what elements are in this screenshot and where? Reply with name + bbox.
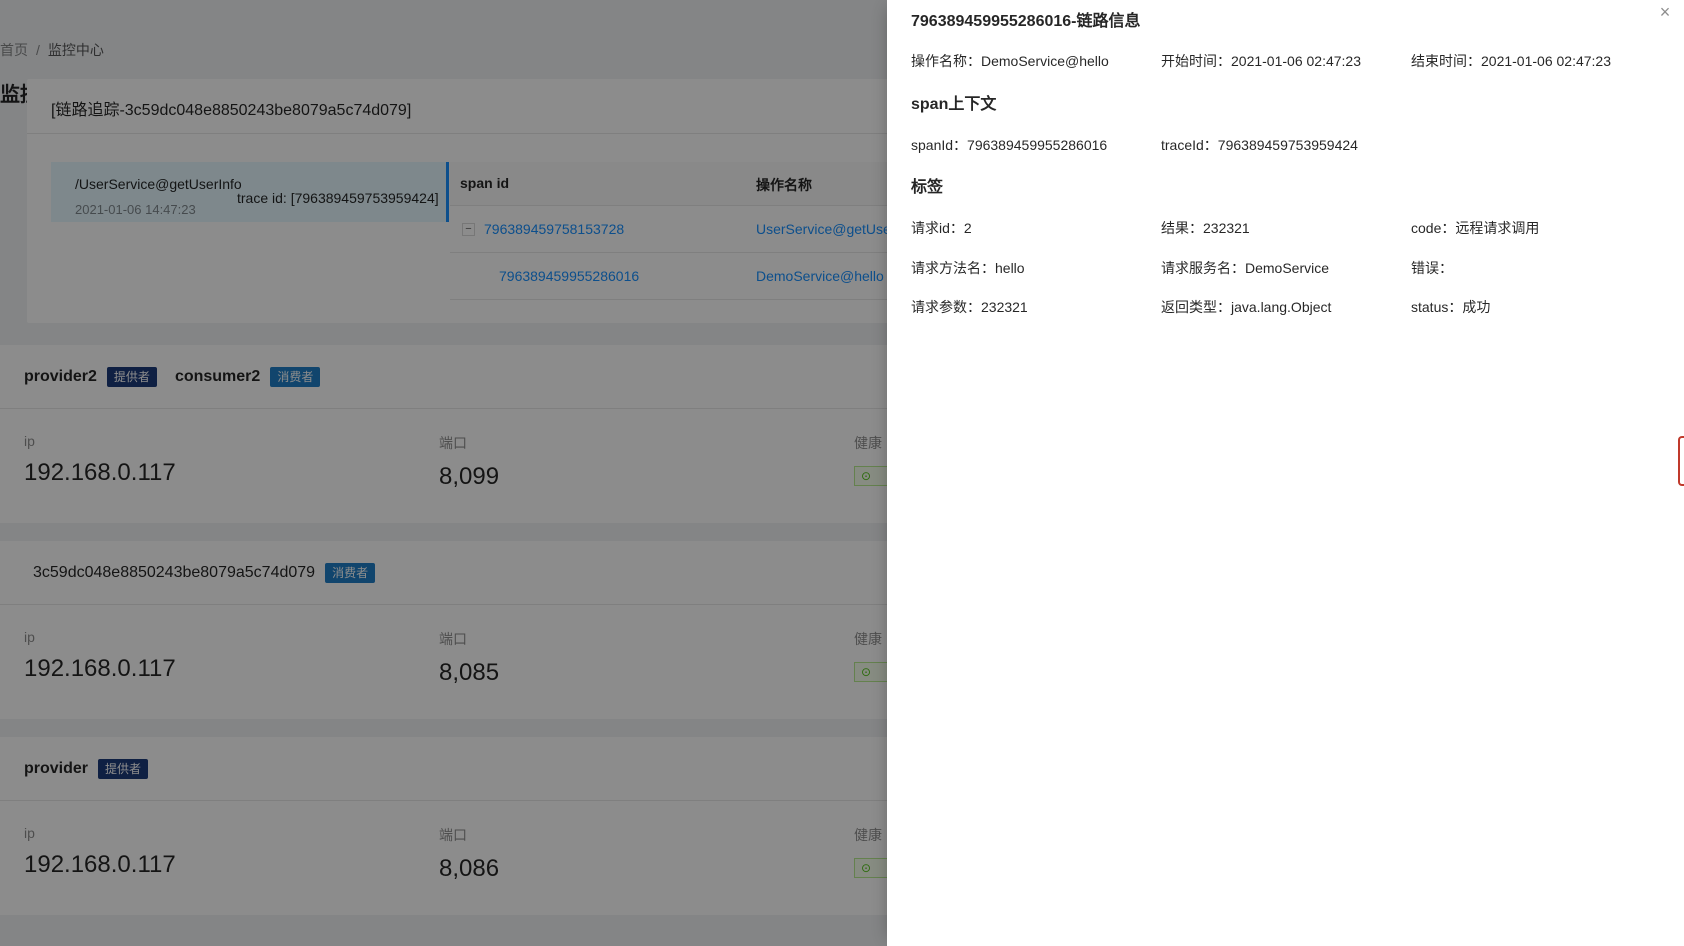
request-method-field: 请求方法名：hello — [911, 260, 1025, 276]
span-id-field: spanId：796389459955286016 — [911, 137, 1108, 153]
result-field: 结果：232321 — [1161, 220, 1250, 236]
error-field: 错误： — [1411, 260, 1453, 276]
operation-name-field: 操作名称：DemoService@hello — [911, 53, 1109, 69]
side-scroll-handle[interactable] — [1678, 436, 1684, 486]
span-detail-drawer: 796389459955286016-链路信息 × 操作名称：DemoServi… — [887, 0, 1684, 946]
return-type-field: 返回类型：java.lang.Object — [1161, 299, 1332, 315]
tags-title: 标签 — [911, 179, 944, 196]
end-time-field: 结束时间：2021-01-06 02:47:23 — [1411, 53, 1611, 69]
request-service-field: 请求服务名：DemoService — [1161, 260, 1330, 276]
status-field: status：成功 — [1411, 299, 1491, 315]
trace-id-field: traceId：796389459753959424 — [1161, 137, 1358, 153]
close-icon[interactable]: × — [1652, 0, 1678, 26]
request-id-field: 请求id：2 — [911, 220, 972, 236]
request-params-field: 请求参数：232321 — [911, 299, 1028, 315]
drawer-title: 796389459955286016-链路信息 — [911, 13, 1141, 30]
start-time-field: 开始时间：2021-01-06 02:47:23 — [1161, 53, 1361, 69]
code-field: code：远程请求调用 — [1411, 220, 1540, 236]
span-context-title: span上下文 — [911, 96, 997, 113]
